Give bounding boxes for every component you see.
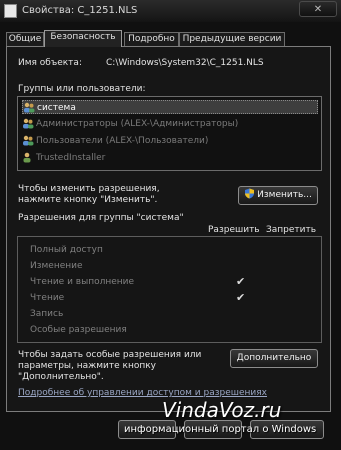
- change-button-label: Изменить...: [257, 190, 312, 200]
- permissions-table: Полный доступ Изменение Чтение и выполне…: [17, 236, 322, 343]
- group-name: Пользователи (ALEX-\Пользователи): [36, 136, 209, 146]
- list-item[interactable]: Администраторы (ALEX-\Администраторы): [22, 117, 318, 131]
- user-group-icon: [24, 102, 35, 113]
- watermark-site: VindaVoz.ru: [162, 398, 282, 422]
- close-icon: ✕: [313, 4, 323, 15]
- list-item[interactable]: Пользователи (ALEX-\Пользователи): [22, 134, 318, 148]
- tab-previous-versions[interactable]: Предыдущие версии: [179, 32, 285, 46]
- advanced-hint-line1: Чтобы задать особые разрешения или: [18, 350, 202, 360]
- title-bar[interactable]: Свойства: C_1251.NLS ✕: [0, 0, 341, 22]
- advanced-button[interactable]: Дополнительно: [230, 349, 318, 368]
- permission-name: Особые разрешения: [30, 325, 127, 335]
- groups-label: Группы или пользователи:: [18, 84, 146, 94]
- window-title: Свойства: C_1251.NLS: [22, 5, 138, 16]
- allow-checkmark-icon: ✔: [236, 275, 246, 288]
- deny-column-header: Запретить: [266, 225, 317, 235]
- group-name: TrustedInstaller: [36, 153, 106, 163]
- user-group-icon: [23, 135, 34, 146]
- object-name-value: C:\Windows\System32\C_1251.NLS: [106, 58, 264, 68]
- change-hint-line1: Чтобы изменить разрешения,: [18, 184, 160, 194]
- uac-shield-icon: [245, 188, 255, 199]
- change-button[interactable]: Изменить...: [238, 186, 318, 205]
- user-group-icon: [23, 118, 34, 129]
- access-control-help-link[interactable]: Подробнее об управлении доступом и разре…: [18, 388, 267, 398]
- tab-general[interactable]: Общие: [6, 32, 44, 46]
- file-icon: [4, 4, 17, 18]
- group-name: Администраторы (ALEX-\Администраторы): [36, 119, 239, 129]
- object-name-label: Имя объекта:: [18, 58, 82, 68]
- group-name: система: [37, 103, 76, 113]
- permission-name: Полный доступ: [30, 245, 103, 255]
- allow-checkmark-icon: ✔: [236, 291, 246, 304]
- permissions-header: Разрешения для группы "система": [18, 213, 184, 223]
- allow-column-header: Разрешить: [208, 225, 260, 235]
- close-button[interactable]: ✕: [299, 1, 337, 17]
- permission-name: Изменение: [30, 261, 83, 271]
- permission-name: Чтение и выполнение: [30, 277, 135, 287]
- advanced-hint-line2: параметры, нажмите кнопку: [18, 361, 156, 371]
- advanced-hint-line3: "Дополнительно".: [18, 372, 104, 382]
- groups-list[interactable]: система Администраторы (ALEX-\Администра…: [17, 96, 322, 171]
- list-item[interactable]: система: [22, 100, 318, 114]
- properties-window: Свойства: C_1251.NLS ✕ Общие Безопасност…: [0, 0, 341, 450]
- tab-details[interactable]: Подробно: [124, 32, 179, 46]
- tab-security[interactable]: Безопасность: [44, 30, 122, 47]
- permission-name: Запись: [30, 309, 64, 319]
- change-hint-line2: нажмите кнопку "Изменить".: [18, 195, 158, 205]
- permission-name: Чтение: [30, 293, 65, 303]
- watermark-tagline: информационный портал о Windows: [124, 424, 317, 435]
- user-icon: [23, 152, 31, 163]
- list-item[interactable]: TrustedInstaller: [22, 151, 318, 165]
